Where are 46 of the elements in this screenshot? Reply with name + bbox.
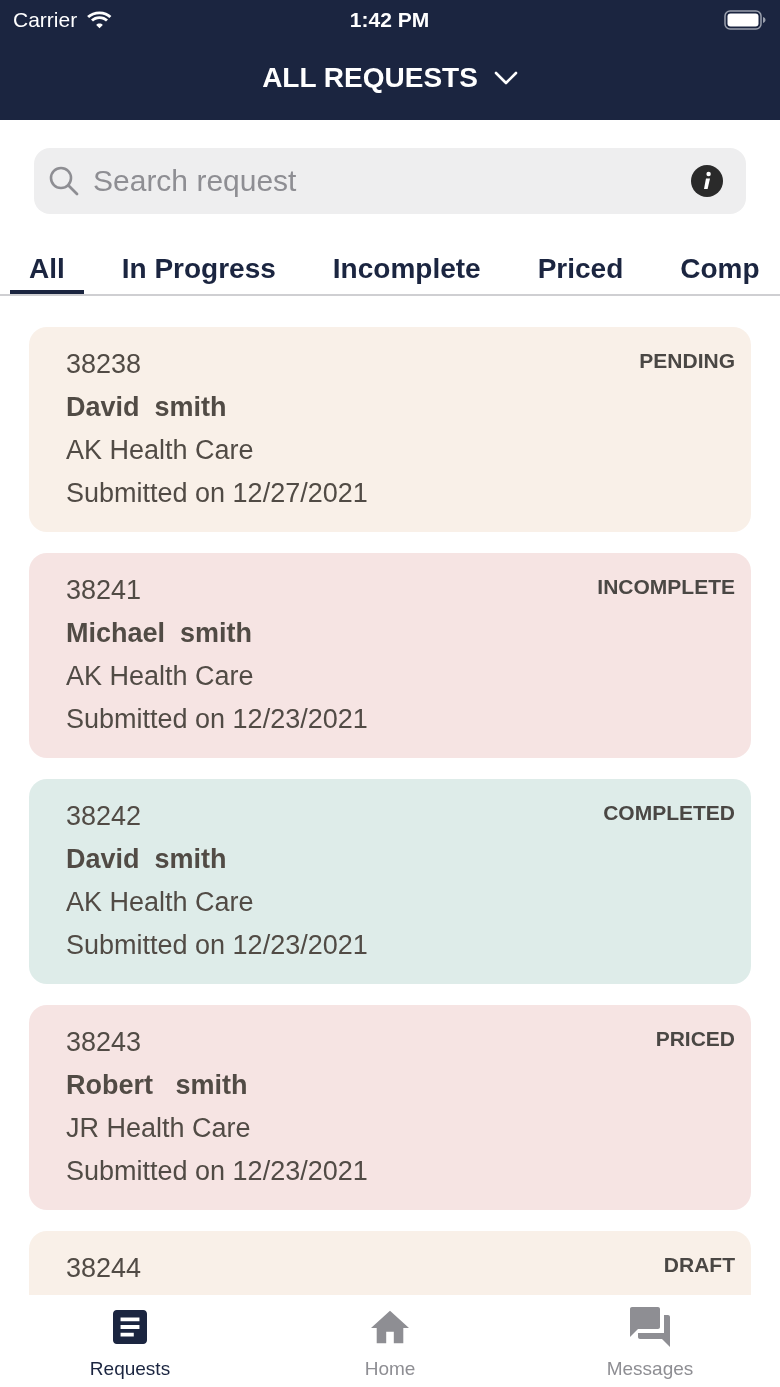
- submitted-date: Submitted on 12/23/2021: [66, 1155, 368, 1188]
- chevron-down-icon: [493, 71, 518, 85]
- organization-name: AK Health Care: [66, 434, 254, 467]
- requester-name: David smith: [66, 843, 227, 876]
- request-number: 38244: [66, 1252, 142, 1285]
- organization-name: AK Health Care: [66, 660, 254, 693]
- requester-name: David smith: [66, 391, 227, 424]
- requests-dropdown[interactable]: ALL REQUESTS: [256, 58, 524, 98]
- submitted-date: Submitted on 12/27/2021: [66, 477, 368, 510]
- request-card[interactable]: 38241 Michael smith AK Health Care Submitted on 12/23/2021 INCOMPLETE: [29, 553, 751, 758]
- filter-tab[interactable]: Priced: [518, 244, 643, 294]
- filter-tab[interactable]: In Progress: [102, 244, 295, 294]
- filter-tab[interactable]: All: [10, 244, 84, 294]
- organization-name: JR Health Care: [66, 1112, 251, 1145]
- status-label: DRAFT: [663, 1252, 735, 1278]
- organization-name: AK Health Care: [66, 886, 254, 919]
- request-number: 38238: [66, 348, 142, 381]
- status-label: COMPLETED: [603, 800, 735, 826]
- request-card[interactable]: 38242 David smith AK Health Care Submitted on 12/23/2021 COMPLETED: [29, 779, 751, 984]
- info-icon[interactable]: [691, 165, 723, 197]
- wifi-icon: [86, 10, 114, 30]
- chat-icon: [630, 1307, 670, 1347]
- status-time: 1:42 PM: [349, 8, 430, 32]
- carrier-label: Carrier: [13, 8, 78, 32]
- request-number: 38241: [66, 574, 142, 607]
- nav-tab[interactable]: Requests: [85, 1295, 175, 1381]
- request-card[interactable]: 38244 DRAFT: [29, 1231, 751, 1295]
- request-card[interactable]: 38243 Robert smith JR Health Care Submitted on 12/23/2021 PRICED: [29, 1005, 751, 1210]
- request-number: 38242: [66, 800, 142, 833]
- battery-icon: [724, 10, 766, 30]
- filter-tab[interactable]: Incomplete: [313, 244, 500, 294]
- request-number: 38243: [66, 1026, 142, 1059]
- submitted-date: Submitted on 12/23/2021: [66, 703, 368, 736]
- status-label: INCOMPLETE: [597, 574, 735, 600]
- document-icon: [113, 1310, 147, 1344]
- search-icon: [49, 166, 79, 196]
- requester-name: Michael smith: [66, 617, 253, 650]
- filter-tab[interactable]: Comp: [661, 244, 779, 294]
- status-label: PRICED: [655, 1026, 735, 1052]
- search-input[interactable]: Search request: [93, 164, 691, 198]
- request-card[interactable]: 38238 David smith AK Health Care Submitted on 12/27/2021 PENDING: [29, 327, 751, 532]
- submitted-date: Submitted on 12/23/2021: [66, 929, 368, 962]
- requester-name: Robert smith: [66, 1069, 248, 1102]
- home-icon: [371, 1310, 409, 1344]
- search-field[interactable]: Search request: [34, 148, 746, 214]
- status-label: PENDING: [639, 348, 735, 374]
